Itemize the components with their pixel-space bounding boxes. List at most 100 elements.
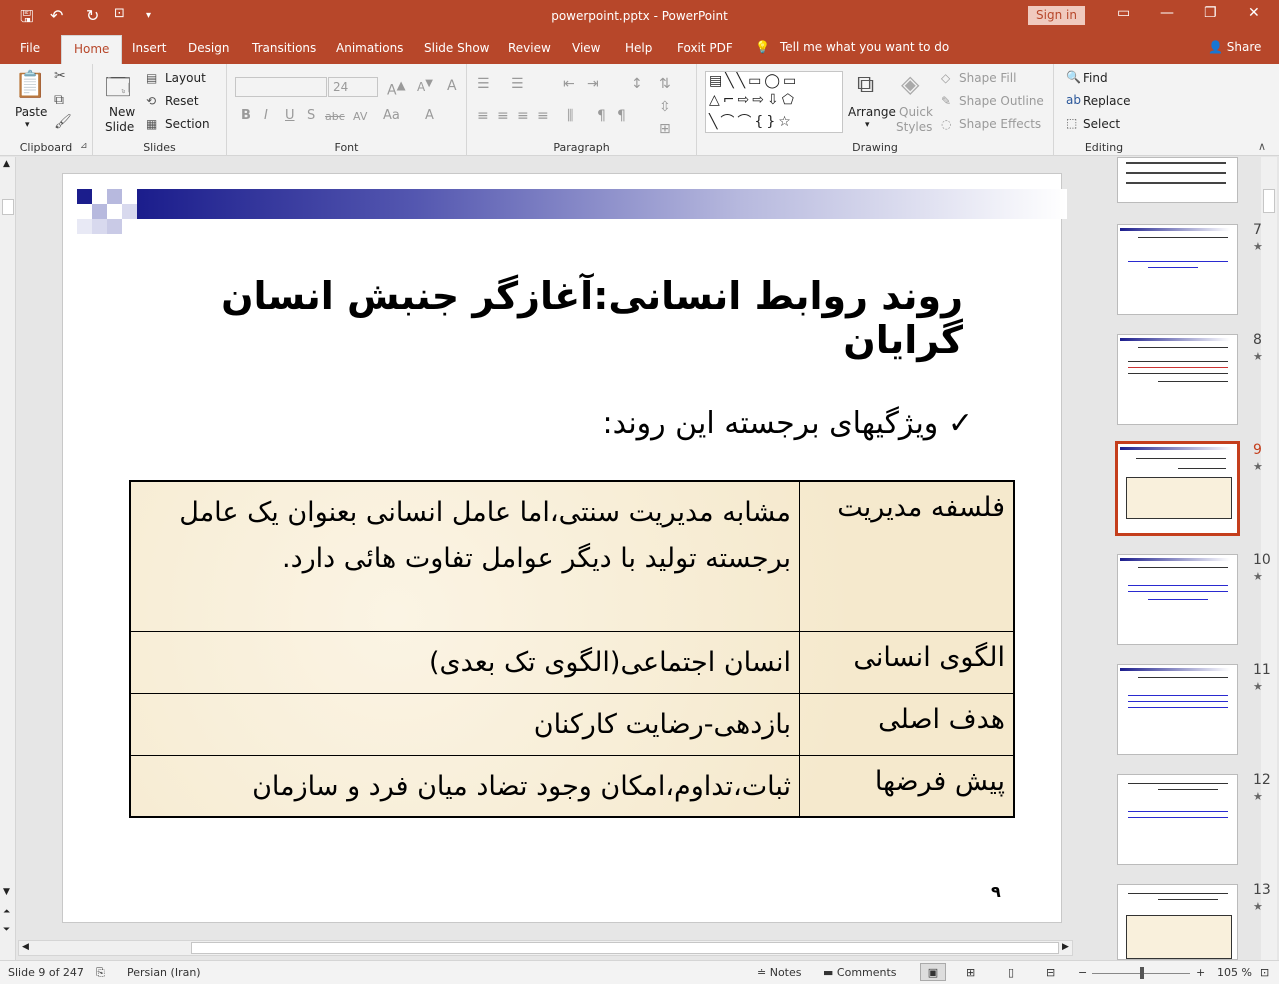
notes-button[interactable]: ≐ Notes xyxy=(757,966,802,979)
scroll-down-icon[interactable]: ▼ xyxy=(3,887,10,897)
select-button[interactable]: Select xyxy=(1083,117,1120,131)
align-center-icon[interactable]: ≡ xyxy=(497,108,509,124)
find-button[interactable]: Find xyxy=(1083,71,1108,85)
characteristics-table[interactable]: فلسفه مدیریت مشابه مدیریت سنتی،اما عامل … xyxy=(129,480,1015,818)
tab-review[interactable]: Review xyxy=(508,41,551,55)
table-cell-label[interactable]: فلسفه مدیریت xyxy=(799,482,1013,631)
slide-thumbnail-11[interactable] xyxy=(1117,664,1238,755)
collapse-ribbon-icon[interactable]: ∧ xyxy=(1258,140,1266,153)
slide-show-icon[interactable]: ⊟ xyxy=(1046,966,1055,979)
scroll-right-icon[interactable]: ▶ xyxy=(1062,942,1069,952)
table-cell-value[interactable]: انسان اجتماعی(الگوی تک بعدی) xyxy=(131,632,799,693)
table-cell-label[interactable]: هدف اصلی xyxy=(799,694,1013,755)
paste-dropdown-icon[interactable]: ▾ xyxy=(25,120,30,130)
increase-font-icon[interactable]: A▲ xyxy=(387,78,406,99)
table-row[interactable]: پیش فرضها ثبات،تداوم،امکان وجود تضاد میا… xyxy=(131,756,1013,818)
table-cell-value[interactable]: بازدهی-رضایت کارکنان xyxy=(131,694,799,755)
arrange-button[interactable]: Arrange xyxy=(848,105,896,119)
slide-thumbnail-10[interactable] xyxy=(1117,554,1238,645)
scroll-left-icon[interactable]: ◀ xyxy=(22,942,29,952)
tell-me-box[interactable]: 💡 Tell me what you want to do xyxy=(755,40,949,54)
hscroll-thumb[interactable] xyxy=(191,942,1059,954)
smartart-icon[interactable]: ⊞ xyxy=(659,121,671,137)
shapes-row-3[interactable]: ╲⌒⌒{}☆ xyxy=(709,111,794,131)
tab-help[interactable]: Help xyxy=(625,41,652,55)
line-spacing-icon[interactable]: ↕ xyxy=(631,76,643,92)
sign-in-button[interactable]: Sign in xyxy=(1028,6,1085,25)
zoom-level[interactable]: 105 % xyxy=(1217,966,1252,979)
minimize-icon[interactable]: — xyxy=(1160,5,1174,21)
tab-insert[interactable]: Insert xyxy=(132,41,166,55)
shadow-icon[interactable]: S xyxy=(307,108,315,123)
section-button[interactable]: Section xyxy=(165,117,210,131)
align-left-icon[interactable]: ≡ xyxy=(477,108,489,124)
slide-thumbnail-8[interactable] xyxy=(1117,334,1238,425)
new-slide-label[interactable]: Slide xyxy=(105,120,134,134)
increase-indent-icon[interactable]: ⇥ xyxy=(587,76,599,92)
slide-thumbnail-7[interactable] xyxy=(1117,224,1238,315)
bold-icon[interactable]: B xyxy=(241,108,251,123)
close-icon[interactable]: ✕ xyxy=(1248,5,1260,21)
replace-button[interactable]: Replace xyxy=(1083,94,1130,108)
spell-check-icon[interactable]: ⎘ xyxy=(96,966,105,980)
underline-icon[interactable]: U xyxy=(285,108,295,123)
share-button[interactable]: 👤 Share xyxy=(1208,40,1261,54)
clipboard-launcher-icon[interactable]: ⊿ xyxy=(80,141,88,151)
ltr-icon[interactable]: ¶ xyxy=(617,108,626,124)
shapes-row-1[interactable]: ▤╲╲▭◯▭ xyxy=(709,73,799,89)
tab-home[interactable]: Home xyxy=(61,35,123,64)
slide-canvas[interactable]: روند روابط انسانی:آغازگر جنبش انسان گرای… xyxy=(62,173,1067,923)
new-slide-button[interactable]: New xyxy=(109,105,135,119)
format-painter-icon[interactable]: 🖌 xyxy=(54,114,72,130)
tab-animations[interactable]: Animations xyxy=(336,41,403,55)
change-case-icon[interactable]: Aa xyxy=(383,108,400,123)
columns-icon[interactable]: ⫼ xyxy=(567,108,573,124)
numbering-icon[interactable]: ☰ xyxy=(511,76,524,92)
scroll-thumb[interactable] xyxy=(2,199,14,215)
next-slide-icon[interactable]: ⏷ xyxy=(3,925,10,935)
tab-foxit-pdf[interactable]: Foxit PDF xyxy=(677,41,733,55)
font-size-box[interactable]: 24 xyxy=(328,77,378,97)
table-cell-label[interactable]: پیش فرضها xyxy=(799,756,1013,818)
justify-icon[interactable]: ≡ xyxy=(537,108,549,124)
decrease-font-icon[interactable]: A▼ xyxy=(417,78,433,94)
clear-formatting-icon[interactable]: A xyxy=(447,78,457,94)
align-text-icon[interactable]: ⇳ xyxy=(659,99,671,115)
tab-view[interactable]: View xyxy=(572,41,600,55)
restore-icon[interactable]: ❐ xyxy=(1204,5,1217,21)
normal-view-icon[interactable]: ▣ xyxy=(920,963,946,981)
quick-styles-icon[interactable]: ◈ xyxy=(901,70,919,98)
copy-icon[interactable]: ⧉ xyxy=(54,92,64,108)
slide-title[interactable]: روند روابط انسانی:آغازگر جنبش انسان گرای… xyxy=(103,274,963,362)
font-color-icon[interactable]: A xyxy=(425,108,434,123)
zoom-out-icon[interactable]: − xyxy=(1078,966,1087,979)
slide-thumbnail-6[interactable] xyxy=(1117,157,1238,203)
paste-icon[interactable]: 📋 xyxy=(14,70,46,100)
table-row[interactable]: هدف اصلی بازدهی-رضایت کارکنان xyxy=(131,694,1013,756)
slide-thumbnail-9[interactable] xyxy=(1115,441,1240,536)
zoom-slider-thumb[interactable] xyxy=(1140,967,1144,979)
italic-icon[interactable]: I xyxy=(264,108,268,123)
tab-design[interactable]: Design xyxy=(188,41,229,55)
language-indicator[interactable]: Persian (Iran) xyxy=(127,966,201,979)
character-spacing-icon[interactable]: AV xyxy=(353,110,367,123)
table-cell-value[interactable]: مشابه مدیریت سنتی،اما عامل انسانی بعنوان… xyxy=(131,482,799,631)
zoom-in-icon[interactable]: + xyxy=(1196,966,1205,979)
comments-button[interactable]: ▬ Comments xyxy=(823,966,897,979)
shape-effects-button[interactable]: Shape Effects xyxy=(959,117,1041,131)
shapes-row-2[interactable]: △⌐⇨⇨⇩⬠ xyxy=(709,92,797,108)
layout-button[interactable]: Layout xyxy=(165,71,206,85)
horizontal-scrollbar[interactable]: ◀ ▶ xyxy=(18,940,1073,956)
table-cell-value[interactable]: ثبات،تداوم،امکان وجود تضاد میان فرد و سا… xyxy=(131,756,799,818)
reading-view-icon[interactable]: ▯ xyxy=(1008,966,1014,979)
shape-fill-button[interactable]: Shape Fill xyxy=(959,71,1016,85)
tab-file[interactable]: File xyxy=(20,41,40,55)
tab-slide-show[interactable]: Slide Show xyxy=(424,41,489,55)
rtl-icon[interactable]: ¶ xyxy=(597,108,606,124)
thumbs-scroll-thumb[interactable] xyxy=(1263,189,1275,213)
paste-button[interactable]: Paste xyxy=(15,105,47,119)
text-direction-icon[interactable]: ⇅ xyxy=(659,76,671,92)
shape-outline-button[interactable]: Shape Outline xyxy=(959,94,1044,108)
slide-thumbnail-12[interactable] xyxy=(1117,774,1238,865)
table-row[interactable]: الگوی انسانی انسان اجتماعی(الگوی تک بعدی… xyxy=(131,632,1013,694)
